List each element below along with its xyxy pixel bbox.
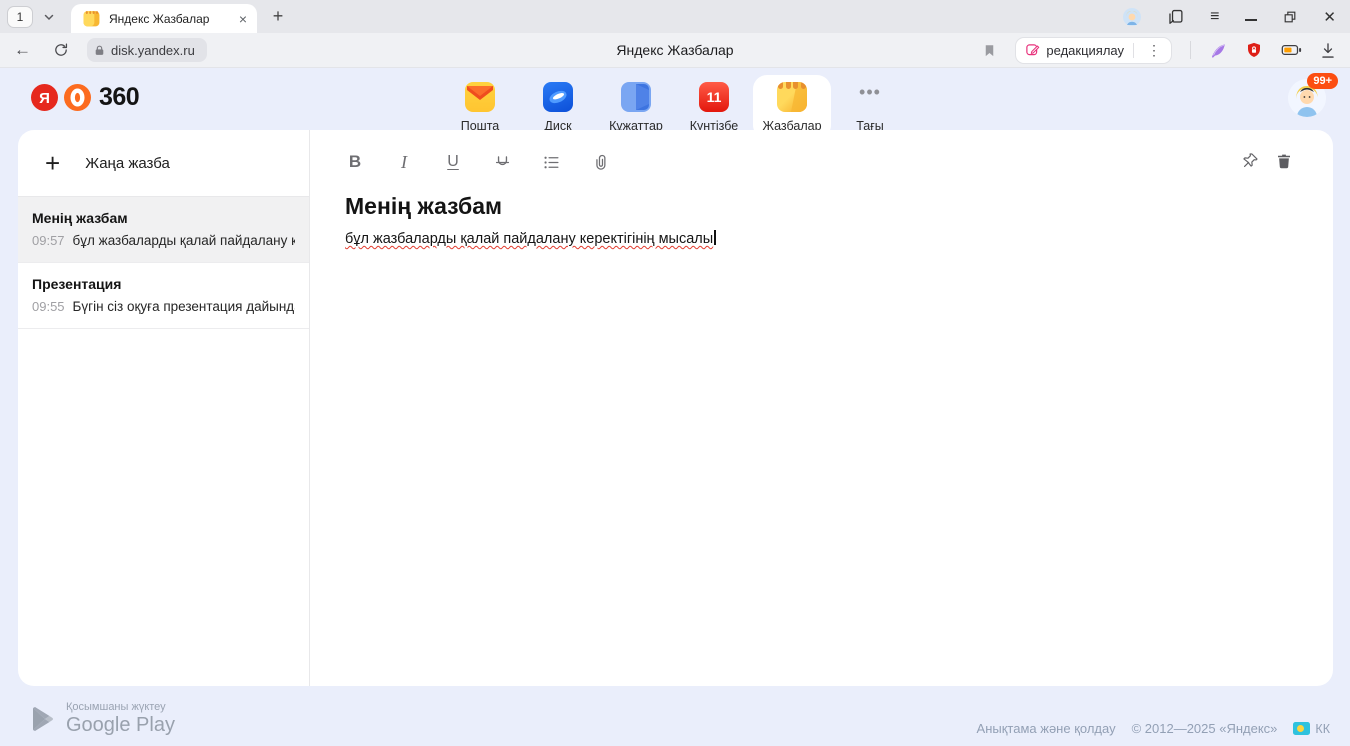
editor-toolbar: B I U [345, 147, 1333, 177]
user-avatar[interactable]: 99+ [1288, 79, 1326, 117]
tab-close-button[interactable]: × [237, 11, 249, 27]
italic-button[interactable]: I [394, 152, 414, 173]
notes-favicon-icon [83, 10, 100, 27]
window-close-button[interactable]: ✕ [1323, 8, 1336, 26]
google-play-caption: Қосымшаны жүктеу [66, 701, 175, 713]
url-text: disk.yandex.ru [111, 43, 195, 58]
download-icon[interactable] [1320, 42, 1336, 59]
window-restore-button[interactable] [1283, 10, 1297, 24]
bullet-list-icon [542, 153, 561, 172]
url-field[interactable]: disk.yandex.ru [87, 38, 207, 62]
toolbar-divider [1190, 41, 1191, 59]
lock-icon [93, 44, 106, 57]
shield-adblock-icon[interactable] [1245, 41, 1263, 59]
note-title: Презентация [32, 276, 295, 292]
mail-icon [465, 82, 495, 112]
note-preview: Бүгін сіз оқуға презентация дайында… [73, 299, 295, 314]
back-button[interactable]: ← [14, 40, 31, 60]
browser-profile-avatar[interactable] [1123, 8, 1141, 26]
edit-mode-label: редакциялау [1046, 43, 1124, 58]
browser-address-bar: Яндекс Жазбалар ← disk.yandex.ru редакци… [0, 33, 1350, 68]
new-tab-button[interactable]: + [265, 4, 291, 30]
edit-pencil-icon [1025, 43, 1040, 58]
bookmark-icon[interactable] [982, 43, 997, 58]
note-editor-body[interactable]: бұл жазбаларды қалай пайдалану керектігі… [345, 230, 1333, 247]
strikethrough-button[interactable] [492, 153, 512, 172]
chevron-down-icon [43, 11, 55, 23]
reload-icon [53, 42, 69, 58]
browser-tab-strip: 1 Яндекс Жазбалар × + ≡ ✕ [0, 0, 1350, 33]
edit-more-button[interactable]: ⋮ [1143, 42, 1165, 59]
tab-title: Яндекс Жазбалар [109, 12, 237, 26]
note-editor[interactable]: B I U Менің жазбам бұл жазбаларды қалай … [310, 130, 1333, 686]
note-editor-title[interactable]: Менің жазбам [345, 193, 1333, 220]
editpill-divider [1133, 43, 1134, 58]
language-code: КК [1315, 722, 1330, 736]
yandex-360-o-icon [63, 83, 92, 112]
note-list-item-2[interactable]: Презентация 09:55 Бүгін сіз оқуға презен… [18, 263, 309, 329]
note-time: 09:55 [32, 299, 65, 314]
window-minimize-button[interactable] [1245, 13, 1257, 21]
plus-icon: + [45, 150, 60, 176]
minimize-icon [1245, 13, 1257, 21]
notes-app-panel: + Жаңа жазба Менің жазбам 09:57 бұл жазб… [18, 130, 1333, 686]
note-title: Менің жазбам [32, 210, 295, 226]
pin-icon [1241, 151, 1260, 170]
trash-icon [1275, 152, 1293, 170]
tab-list-chevron-button[interactable] [37, 6, 61, 28]
restore-icon [1283, 10, 1297, 24]
note-list-item-1[interactable]: Менің жазбам 09:57 бұл жазбаларды қалай … [18, 197, 309, 263]
kazakhstan-flag-icon [1293, 722, 1310, 735]
delete-note-button[interactable] [1275, 152, 1293, 170]
yandex-360-logo[interactable]: Я 360 [30, 83, 139, 112]
notification-badge: 99+ [1307, 73, 1338, 89]
logo-360-text: 360 [99, 83, 139, 112]
attach-button[interactable] [590, 153, 610, 172]
note-time: 09:57 [32, 233, 65, 248]
yandex-360-header: Я 360 Пошта Диск Құжаттар 11 Күнтізбе [0, 69, 1350, 130]
pin-note-button[interactable] [1241, 151, 1260, 170]
svg-text:Я: Я [39, 90, 50, 107]
panels-icon [1167, 8, 1184, 25]
bold-button[interactable]: B [345, 152, 365, 172]
more-apps-icon: ••• [855, 82, 885, 112]
edit-mode-button[interactable]: редакциялау ⋮ [1015, 37, 1172, 64]
copyright-text: © 2012—2025 «Яндекс» [1132, 721, 1278, 736]
profile-avatar-icon [1123, 8, 1141, 26]
new-note-label: Жаңа жазба [85, 155, 170, 172]
yandex-ya-icon: Я [30, 83, 59, 112]
calendar-icon: 11 [699, 82, 729, 112]
language-switcher[interactable]: КК [1293, 722, 1330, 736]
battery-icon[interactable] [1281, 42, 1302, 58]
new-note-button[interactable]: + Жаңа жазба [18, 130, 309, 197]
browser-menu-button[interactable]: ≡ [1210, 8, 1219, 26]
tab-counter-button[interactable]: 1 [7, 6, 33, 28]
notes-sidebar: + Жаңа жазба Менің жазбам 09:57 бұл жазб… [18, 130, 310, 686]
browser-tab-active[interactable]: Яндекс Жазбалар × [71, 4, 257, 33]
paperclip-icon [591, 153, 610, 172]
reload-button[interactable] [53, 42, 69, 58]
google-play-name: Google Play [66, 714, 175, 737]
google-play-link[interactable]: Қосымшаны жүктеу Google Play [30, 701, 175, 737]
note-preview: бұл жазбаларды қалай пайдалану ке… [73, 233, 295, 248]
bullet-list-button[interactable] [541, 153, 561, 172]
google-play-icon [30, 706, 54, 732]
page-footer: Қосымшаны жүктеу Google Play Анықтама жә… [0, 686, 1350, 746]
help-support-link[interactable]: Анықтама және қолдау [977, 721, 1116, 736]
pen-extension-icon[interactable] [1209, 41, 1227, 59]
disk-icon [543, 82, 573, 112]
notes-icon [777, 82, 807, 112]
strikethrough-icon [493, 153, 512, 172]
side-panel-button[interactable] [1167, 8, 1184, 25]
underline-button[interactable]: U [443, 153, 463, 171]
docs-icon [621, 82, 651, 112]
text-caret [714, 230, 716, 245]
note-body-text: бұл жазбаларды қалай пайдалану керектігі… [345, 231, 713, 247]
